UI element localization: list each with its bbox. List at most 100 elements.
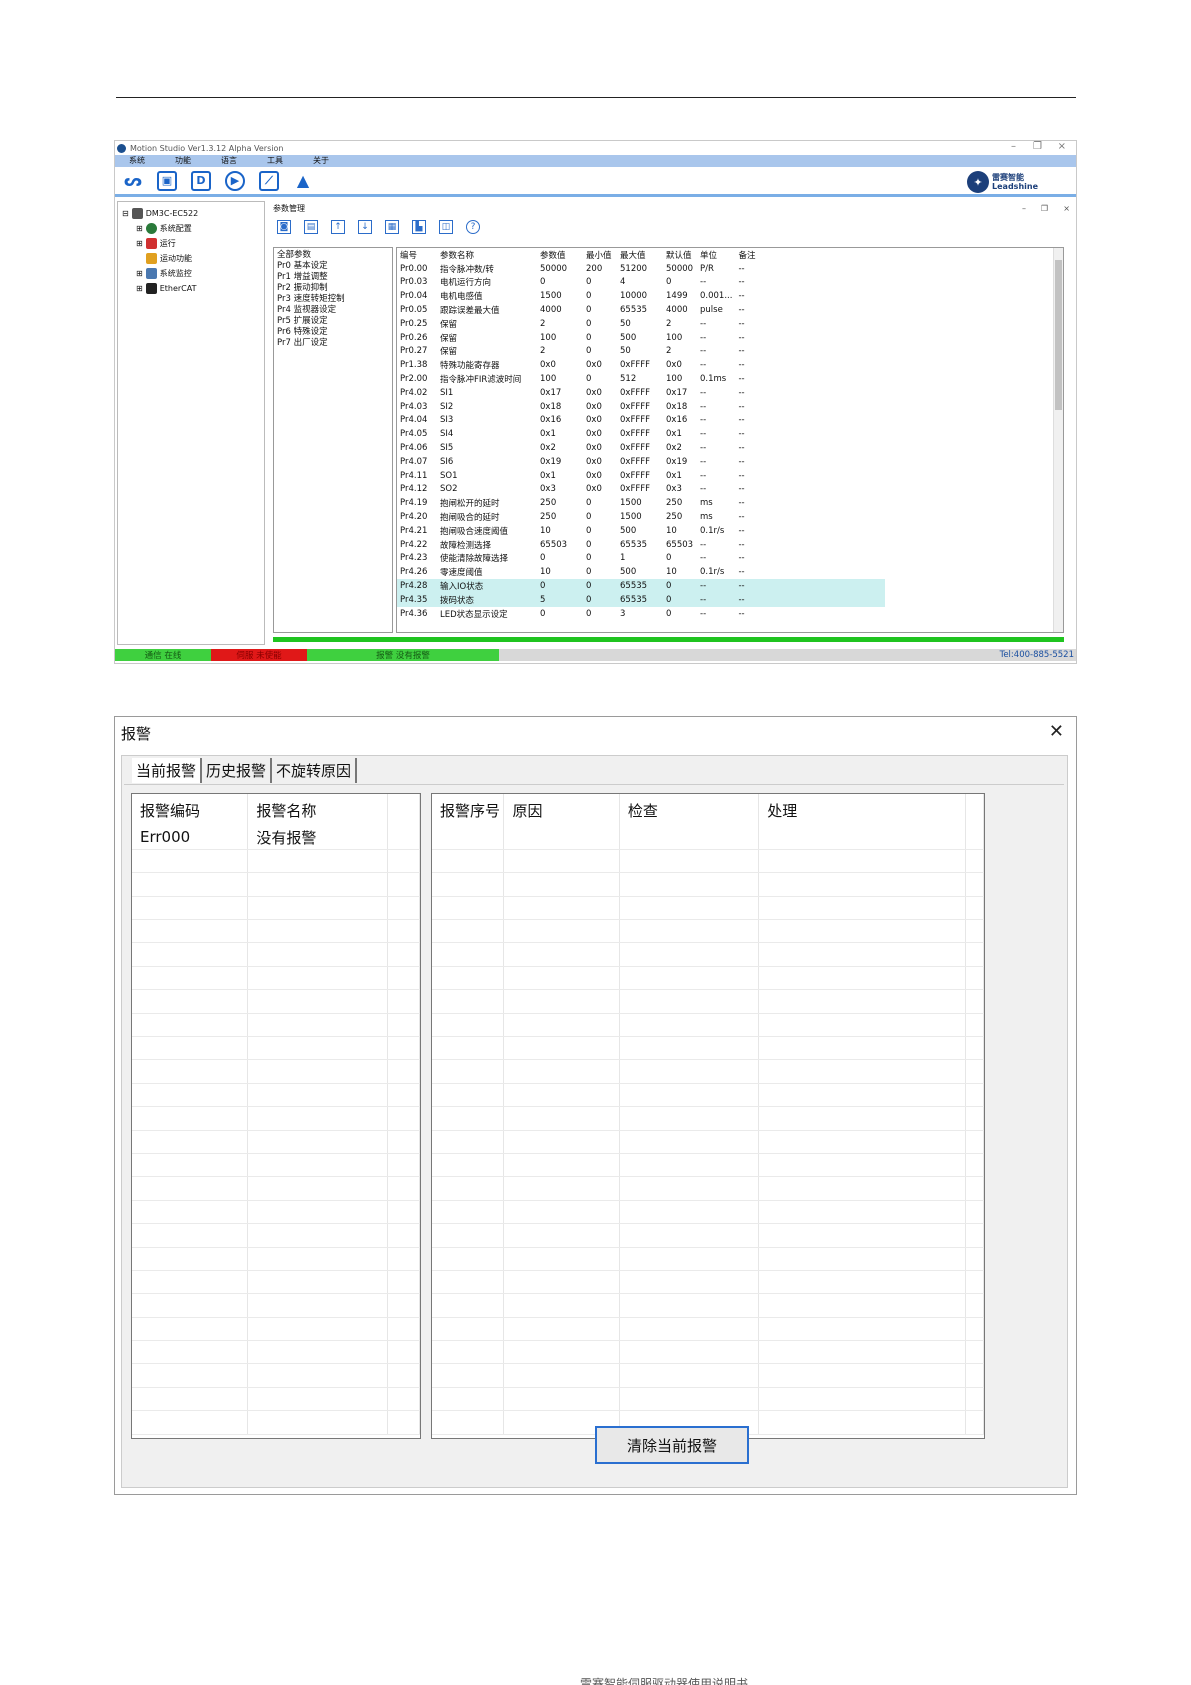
column-header[interactable]: 最大值 — [617, 248, 663, 262]
upload-icon[interactable]: ↑ — [331, 220, 345, 234]
alarm-detail-row[interactable] — [432, 1200, 984, 1225]
menu-tools[interactable]: 工具 — [253, 155, 299, 167]
alarm-code-row[interactable] — [132, 989, 420, 1014]
alarm-code-row[interactable] — [132, 849, 420, 874]
alarm-code-row[interactable] — [132, 1130, 420, 1154]
group-item[interactable]: Pr1 增益调整 — [277, 272, 389, 283]
param-row[interactable]: Pr4.04 SI3 0x16 0x0 0xFFFF 0x16 -- -- — [397, 414, 885, 428]
alarm-code-row[interactable] — [132, 1013, 420, 1038]
alarm-detail-row[interactable] — [432, 1293, 984, 1318]
alarm-detail-row[interactable] — [432, 896, 984, 921]
alarm-detail-row[interactable] — [432, 849, 984, 874]
alarm-detail-row[interactable] — [432, 966, 984, 991]
alarm-detail-row[interactable] — [432, 942, 984, 967]
param-close-button[interactable]: × — [1063, 204, 1070, 213]
param-row[interactable]: Pr4.22 故障检测选择 65503 0 65535 65503 -- -- — [397, 538, 885, 552]
alarm-detail-row[interactable] — [432, 919, 984, 944]
scroll-thumb[interactable] — [1055, 260, 1062, 410]
tree-node-motion[interactable]: 运动功能 — [122, 251, 260, 266]
alarm-code-row[interactable] — [132, 1153, 420, 1178]
column-header[interactable]: 报警序号 — [432, 794, 505, 826]
alarm-detail-row[interactable] — [432, 1106, 984, 1131]
alarm-detail-row[interactable] — [432, 1153, 984, 1178]
group-item[interactable]: 全部参数 — [277, 250, 389, 261]
param-row[interactable]: Pr0.04 电机电感值 1500 0 10000 1499 0.001... -- — [397, 289, 885, 303]
param-row[interactable]: Pr0.26 保留 100 0 500 100 -- -- — [397, 331, 885, 345]
param-row[interactable]: Pr4.28 输入IO状态 0 0 65535 0 -- -- — [397, 579, 886, 593]
tab-history-alarm[interactable]: 历史报警 — [202, 758, 273, 783]
alarm-code-row[interactable] — [132, 1176, 420, 1201]
group-item[interactable]: Pr2 振动抑制 — [277, 283, 389, 294]
alarm-detail-row[interactable] — [432, 826, 984, 850]
column-header[interactable]: 参数名称 — [437, 248, 537, 262]
column-header[interactable]: 最小值 — [583, 248, 617, 262]
param-row[interactable]: Pr4.26 零速度阈值 10 0 500 10 0.1r/s -- — [397, 565, 885, 579]
clear-current-alarm-button[interactable]: 清除当前报警 — [595, 1426, 749, 1464]
alarm-detail-row[interactable] — [432, 1317, 984, 1342]
group-item[interactable]: Pr5 扩展设定 — [277, 316, 389, 327]
alarm-detail-row[interactable] — [432, 872, 984, 897]
alarm-detail-row[interactable] — [432, 989, 984, 1014]
column-header[interactable]: 参数值 — [537, 248, 583, 262]
alarm-detail-row[interactable] — [432, 1176, 984, 1201]
tab-no-rotation-reason[interactable]: 不旋转原因 — [272, 758, 358, 783]
param-row[interactable]: Pr4.35 拨码状态 5 0 65535 0 -- -- — [397, 592, 886, 607]
alarm-code-row[interactable] — [132, 1270, 420, 1295]
parameter-icon[interactable]: ▣ — [157, 170, 177, 191]
param-row[interactable]: Pr2.00 指令脉冲FIR滤波时间 100 0 512 100 0.1ms -- — [397, 372, 885, 386]
param-row[interactable]: Pr4.05 SI4 0x1 0x0 0xFFFF 0x1 -- -- — [397, 427, 885, 441]
column-header[interactable]: 备注 — [735, 248, 765, 262]
param-row[interactable]: Pr4.12 SO2 0x3 0x0 0xFFFF 0x3 -- -- — [397, 483, 885, 497]
alarm-code-row[interactable]: Err000 没有报警 — [132, 826, 420, 850]
alarm-code-row[interactable] — [132, 872, 420, 897]
alarm-code-row[interactable] — [132, 966, 420, 991]
play-icon[interactable]: ▶ — [225, 170, 245, 191]
alarm-code-row[interactable] — [132, 896, 420, 921]
alarm-code-row[interactable] — [132, 1036, 420, 1061]
alarm-detail-row[interactable] — [432, 1130, 984, 1154]
param-row[interactable]: Pr0.00 指令脉冲数/转 50000 200 51200 50000 P/R -- — [397, 262, 885, 276]
column-header[interactable] — [965, 794, 984, 826]
param-row[interactable]: Pr0.03 电机运行方向 0 0 4 0 -- -- — [397, 276, 885, 290]
waveform-icon[interactable]: ᔕ — [123, 171, 143, 191]
alarm-code-row[interactable] — [132, 1106, 420, 1131]
alarm-code-row[interactable] — [132, 1293, 420, 1318]
group-item[interactable]: Pr3 速度转矩控制 — [277, 294, 389, 305]
alarm-code-row[interactable] — [132, 1223, 420, 1248]
menu-about[interactable]: 关于 — [299, 155, 345, 167]
alarm-code-row[interactable] — [132, 1363, 420, 1388]
group-item[interactable]: Pr6 特殊设定 — [277, 327, 389, 338]
alarm-code-row[interactable] — [132, 1083, 420, 1108]
column-header[interactable]: 默认值 — [663, 248, 697, 262]
column-header[interactable]: 报警名称 — [247, 794, 389, 826]
alarm-detail-row[interactable] — [432, 1247, 984, 1271]
alarm-detail-row[interactable] — [432, 1387, 984, 1412]
group-item[interactable]: Pr0 基本设定 — [277, 261, 389, 272]
group-item[interactable]: Pr7 出厂设定 — [277, 338, 389, 349]
tree-node-config[interactable]: ⊞ 系统配置 — [122, 221, 260, 236]
save-icon[interactable]: ▤ — [304, 220, 318, 234]
compare-icon[interactable]: ◫ — [439, 220, 453, 234]
alarm-detail-row[interactable] — [432, 1036, 984, 1061]
alarm-code-row[interactable] — [132, 1200, 420, 1225]
column-header[interactable]: 原因 — [503, 794, 620, 826]
param-row[interactable]: Pr4.36 LED状态显示设定 0 0 3 0 -- -- — [397, 607, 885, 621]
close-icon[interactable]: ✕ — [1049, 721, 1064, 742]
alarm-code-row[interactable] — [132, 1410, 420, 1435]
alarm-detail-row[interactable] — [432, 1223, 984, 1248]
tab-current-alarm[interactable]: 当前报警 — [132, 758, 203, 783]
table-icon[interactable]: ▦ — [385, 220, 399, 234]
alarm-detail-row[interactable] — [432, 1340, 984, 1365]
export-icon[interactable]: ▙ — [412, 220, 426, 234]
param-row[interactable]: Pr4.23 使能清除故障选择 0 0 1 0 -- -- — [397, 552, 885, 566]
menu-language[interactable]: 语言 — [207, 155, 253, 167]
alarm-code-row[interactable] — [132, 919, 420, 944]
menu-function[interactable]: 功能 — [161, 155, 207, 167]
param-row[interactable]: Pr4.07 SI6 0x19 0x0 0xFFFF 0x19 -- -- — [397, 455, 885, 469]
download-icon[interactable]: ↓ — [358, 220, 372, 234]
minimize-button[interactable]: – — [1011, 141, 1016, 152]
param-row[interactable]: Pr0.25 保留 2 0 50 2 -- -- — [397, 317, 885, 331]
column-header[interactable]: 报警编码 — [132, 794, 249, 826]
alarm-code-row[interactable] — [132, 1247, 420, 1271]
param-row[interactable]: Pr0.27 保留 2 0 50 2 -- -- — [397, 345, 885, 359]
